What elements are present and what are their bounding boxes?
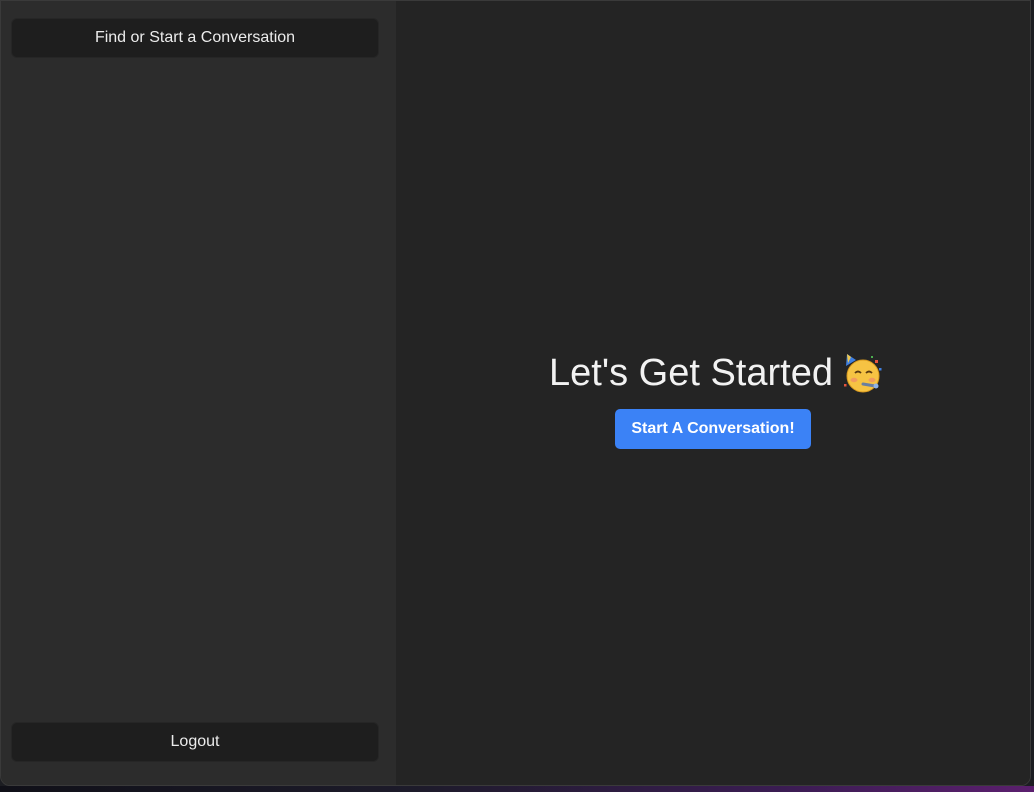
welcome-heading-text: Let's Get Started <box>549 352 833 394</box>
logout-label: Logout <box>170 733 220 750</box>
app-window: Find or Start a Conversation Logout Let'… <box>0 0 1031 786</box>
desktop-background <box>0 786 1034 792</box>
main-panel: Let's Get Started Start A Conversation! <box>396 1 1030 785</box>
logout-button[interactable]: Logout <box>11 722 379 762</box>
start-conversation-label: Start A Conversation! <box>631 420 795 437</box>
welcome-heading: Let's Get Started <box>549 349 883 397</box>
find-conversation-button[interactable]: Find or Start a Conversation <box>11 18 379 58</box>
find-conversation-label: Find or Start a Conversation <box>94 29 296 46</box>
partying-face-icon <box>843 354 882 393</box>
sidebar: Find or Start a Conversation Logout <box>1 1 396 785</box>
start-conversation-button[interactable]: Start A Conversation! <box>615 409 811 449</box>
welcome-section: Let's Get Started Start A Conversation! <box>396 349 1030 449</box>
